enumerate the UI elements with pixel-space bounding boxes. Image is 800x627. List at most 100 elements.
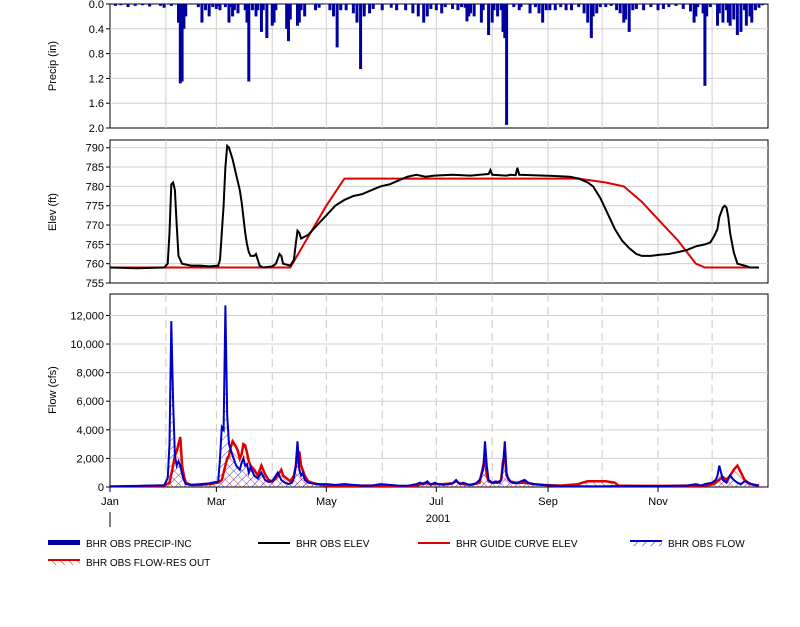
legend-label: BHR GUIDE CURVE ELEV bbox=[456, 539, 578, 550]
precip-bar bbox=[761, 4, 765, 6]
precip-bar bbox=[169, 4, 173, 6]
precip-bar bbox=[656, 4, 660, 11]
precip-bar bbox=[344, 4, 348, 11]
precip-bar bbox=[577, 4, 581, 8]
precip-bar bbox=[541, 4, 545, 23]
elev-y-tick-label: 790 bbox=[86, 143, 104, 155]
precip-bar bbox=[750, 4, 754, 23]
precip-bar bbox=[564, 4, 568, 11]
precip-bar bbox=[247, 4, 251, 82]
precip-bar bbox=[380, 4, 384, 11]
precip-y-tick-label: 1.6 bbox=[89, 98, 104, 110]
legend-swatch bbox=[48, 540, 80, 545]
precip-bar bbox=[416, 4, 420, 17]
precip-bar bbox=[661, 4, 665, 9]
precip-y-tick-label: 0.0 bbox=[89, 0, 104, 11]
precip-bar bbox=[443, 4, 447, 8]
precip-bar bbox=[355, 4, 359, 23]
precip-bar bbox=[721, 4, 725, 23]
legend-label: BHR OBS FLOW-RES OUT bbox=[86, 558, 210, 569]
precip-bar bbox=[615, 4, 619, 11]
precip-bar bbox=[288, 4, 292, 20]
precip-bar bbox=[618, 4, 622, 14]
precip-bar bbox=[351, 4, 355, 14]
precip-bar bbox=[429, 4, 433, 9]
precip-bar bbox=[299, 4, 303, 11]
precip-bar bbox=[472, 4, 476, 17]
flow-y-tick-label: 12,000 bbox=[70, 310, 104, 322]
precip-bar bbox=[688, 4, 692, 12]
precip-bar bbox=[544, 4, 548, 11]
flow-y-tick-label: 8,000 bbox=[76, 368, 104, 380]
precip-bar bbox=[218, 4, 222, 11]
precip-bar bbox=[512, 4, 516, 8]
precip-bar bbox=[256, 4, 260, 11]
precip-bar bbox=[274, 4, 278, 11]
x-tick-label: Jul bbox=[429, 496, 443, 508]
precip-bar bbox=[261, 4, 265, 11]
precip-y-tick-label: 1.2 bbox=[89, 73, 104, 85]
precip-bar bbox=[595, 4, 599, 14]
precip-bar bbox=[211, 4, 215, 8]
precip-bar bbox=[440, 4, 444, 14]
precip-bar bbox=[148, 4, 152, 7]
precip-bar bbox=[232, 4, 236, 11]
precip-bar bbox=[548, 4, 552, 11]
precip-bar bbox=[757, 4, 761, 8]
precip-y-ticks: 0.0 0.4 0.8 1.2 1.6 2.0 bbox=[89, 0, 110, 135]
precip-bar bbox=[496, 4, 500, 17]
elev-y-tick-label: 780 bbox=[86, 181, 104, 193]
precip-bar bbox=[119, 4, 123, 6]
precip-bar bbox=[744, 4, 748, 26]
precip-bar bbox=[674, 4, 678, 6]
precip-bar bbox=[735, 4, 739, 35]
elev-y-ticks: 755 760 765 770 775 780 785 790 bbox=[86, 143, 110, 290]
precip-bar bbox=[481, 4, 485, 11]
precip-y-tick-label: 2.0 bbox=[89, 123, 104, 135]
precip-bar bbox=[126, 4, 130, 8]
elev-y-tick-label: 755 bbox=[86, 278, 104, 290]
precip-bar bbox=[624, 4, 628, 20]
precip-y-tick-label: 0.8 bbox=[89, 49, 104, 61]
flow-y-tick-label: 0 bbox=[98, 482, 104, 494]
precip-bar bbox=[604, 4, 608, 8]
precip-bar bbox=[250, 4, 254, 11]
precip-bar bbox=[739, 4, 743, 32]
legend-label: BHR OBS ELEV bbox=[296, 539, 370, 550]
flow-y-ticks: 0 2,000 4,000 6,000 8,000 10,000 12,000 bbox=[70, 310, 110, 494]
precip-bar bbox=[371, 4, 375, 9]
precip-bar bbox=[649, 4, 653, 8]
elev-y-tick-label: 770 bbox=[86, 220, 104, 232]
precip-bar bbox=[265, 4, 269, 39]
precip-bar bbox=[696, 4, 700, 8]
flow-y-tick-label: 4,000 bbox=[76, 425, 104, 437]
precip-y-axis-title: Precip (in) bbox=[47, 41, 59, 91]
precip-bar bbox=[395, 4, 399, 11]
precip-bar bbox=[335, 4, 339, 48]
precip-bar bbox=[196, 4, 200, 8]
legend-label: BHR OBS FLOW bbox=[668, 539, 745, 550]
precip-bar bbox=[456, 4, 460, 11]
precip-bar bbox=[732, 4, 736, 20]
precip-y-tick-label: 0.4 bbox=[89, 24, 104, 36]
precip-bar bbox=[559, 4, 563, 8]
precip-bar bbox=[359, 4, 363, 70]
precip-bar bbox=[303, 4, 307, 17]
precip-bar bbox=[631, 4, 635, 11]
flow-y-tick-label: 10,000 bbox=[70, 339, 104, 351]
x-tick-label: May bbox=[316, 496, 337, 508]
precip-bar bbox=[467, 4, 471, 17]
precip-bar bbox=[113, 4, 117, 6]
precip-bar bbox=[451, 4, 455, 9]
x-tick-label: Sep bbox=[538, 496, 558, 508]
precip-bar bbox=[570, 4, 574, 11]
precip-bar bbox=[339, 4, 343, 11]
precip-bar bbox=[133, 4, 137, 6]
precip-bar bbox=[681, 4, 685, 9]
elev-y-tick-label: 760 bbox=[86, 259, 104, 271]
flow-panel: 0 2,000 4,000 6,000 8,000 10,000 12,000 Flow (… bbox=[47, 293, 769, 494]
elev-y-axis-title: Elev (ft) bbox=[47, 193, 59, 231]
precip-plot-frame bbox=[109, 3, 769, 129]
elev-y-tick-label: 785 bbox=[86, 162, 104, 174]
elev-y-tick-label: 765 bbox=[86, 239, 104, 251]
